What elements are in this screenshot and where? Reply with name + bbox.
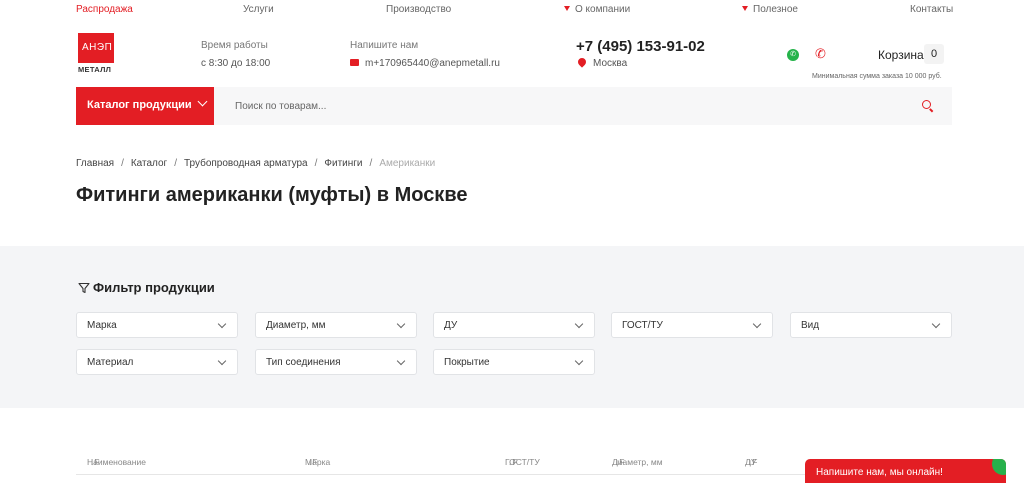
- chevron-down-icon: [931, 319, 941, 329]
- write-us-label: Напишите нам: [350, 40, 419, 51]
- work-hours-label: Время работы: [201, 40, 268, 51]
- chevron-down-icon: [396, 319, 406, 329]
- filter-select-du[interactable]: ДУ: [433, 312, 595, 338]
- search-bar: [214, 87, 952, 125]
- search-input[interactable]: [235, 99, 835, 113]
- topnav-useful-label: Полезное: [753, 4, 798, 15]
- filter-select-material[interactable]: Материал: [76, 349, 238, 375]
- breadcrumb-current: Американки: [379, 158, 436, 169]
- sort-icon: ↓F: [748, 457, 758, 467]
- filter-select-label: Покрытие: [444, 357, 490, 368]
- filter-select-connection[interactable]: Тип соединения: [255, 349, 417, 375]
- filter-select-diameter[interactable]: Диаметр, мм: [255, 312, 417, 338]
- chevron-down-icon: [574, 319, 584, 329]
- filter-select-brand[interactable]: Марка: [76, 312, 238, 338]
- breadcrumb-fittings[interactable]: Фитинги: [324, 158, 362, 169]
- contact-email: Напишите нам m+170965440@anepmetall.ru: [350, 37, 500, 73]
- sort-icon: ↓F: [615, 457, 625, 467]
- filter-select-label: ГОСТ/ТУ: [622, 320, 663, 331]
- filter-select-label: ДУ: [444, 320, 458, 331]
- city-selector[interactable]: Москва: [576, 56, 628, 69]
- chat-button-label: Напишите нам, мы онлайн!: [816, 467, 943, 478]
- search-icon[interactable]: [922, 100, 934, 113]
- min-order-note: Минимальная сумма заказа 10 000 руб.: [812, 73, 942, 80]
- site-logo[interactable]: АНЭП МЕТАЛЛ: [78, 33, 118, 75]
- work-hours-value: с 8:30 до 18:00: [201, 58, 271, 69]
- phone-number[interactable]: +7 (495) 153-91-02: [576, 38, 705, 55]
- sort-icon: ↓F: [90, 457, 100, 467]
- topnav-about-label: О компании: [575, 4, 631, 15]
- location-pin-icon: [576, 56, 588, 68]
- cart-count-badge: 0: [924, 44, 944, 64]
- breadcrumb-catalog[interactable]: Каталог: [131, 158, 167, 169]
- dropdown-triangle-icon: [742, 5, 748, 11]
- catalog-button-label: Каталог продукции: [87, 99, 192, 111]
- topnav-production-link[interactable]: Производство: [386, 4, 451, 15]
- whatsapp-icon[interactable]: ✆: [787, 49, 799, 61]
- filter-title: Фильтр продукции: [78, 280, 215, 295]
- email-text: m+170965440@anepmetall.ru: [365, 58, 500, 69]
- sort-icon: ↓F: [508, 457, 518, 467]
- catalog-menu-button[interactable]: Каталог продукции: [76, 87, 214, 125]
- online-chat-button[interactable]: Напишите нам, мы онлайн!: [805, 459, 1006, 483]
- work-hours: Время работы с 8:30 до 18:00: [201, 37, 270, 73]
- chevron-down-icon: [396, 356, 406, 366]
- page-title: Фитинги американки (муфты) в Москве: [76, 184, 468, 206]
- city-label: Москва: [593, 58, 628, 69]
- topnav-services-link[interactable]: Услуги: [243, 4, 274, 15]
- phone-call-icon[interactable]: ✆: [815, 47, 826, 61]
- topnav-about-link[interactable]: О компании: [564, 4, 630, 15]
- mail-icon: [350, 58, 359, 66]
- chevron-down-icon: [197, 96, 208, 107]
- funnel-icon: [78, 282, 90, 293]
- filter-title-text: Фильтр продукции: [93, 280, 215, 295]
- sort-icon: ↓F: [308, 457, 318, 467]
- dropdown-triangle-icon: [564, 5, 570, 11]
- chevron-down-icon: [217, 319, 227, 329]
- topnav-sale-link[interactable]: Распродажа: [76, 4, 133, 15]
- filter-select-label: Материал: [87, 357, 134, 368]
- chat-status-indicator: [992, 459, 1006, 475]
- breadcrumb-pipe-fittings[interactable]: Трубопроводная арматура: [184, 158, 308, 169]
- logo-subtext: МЕТАЛЛ: [78, 65, 112, 74]
- filter-select-label: Вид: [801, 320, 820, 331]
- filter-select-label: Марка: [87, 320, 117, 331]
- top-nav: Распродажа Услуги Производство О компани…: [0, 0, 1024, 20]
- filter-select-label: Тип соединения: [266, 357, 341, 368]
- topnav-contacts-link[interactable]: Контакты: [910, 4, 953, 15]
- cart-link[interactable]: Корзина: [878, 48, 924, 62]
- filter-select-coating[interactable]: Покрытие: [433, 349, 595, 375]
- breadcrumb-home[interactable]: Главная: [76, 158, 114, 169]
- breadcrumb: Главная / Каталог / Трубопроводная арматура /…: [76, 158, 436, 169]
- logo-mark: АНЭП: [78, 33, 114, 63]
- email-link[interactable]: m+170965440@anepmetall.ru: [350, 55, 500, 73]
- chevron-down-icon: [574, 356, 584, 366]
- logo-mark-text: АНЭП: [82, 42, 113, 53]
- filter-select-gost[interactable]: ГОСТ/ТУ: [611, 312, 773, 338]
- topnav-useful-link[interactable]: Полезное: [742, 4, 798, 15]
- filter-select-label: Диаметр, мм: [266, 320, 326, 331]
- chevron-down-icon: [752, 319, 762, 329]
- chevron-down-icon: [217, 356, 227, 366]
- filter-select-type[interactable]: Вид: [790, 312, 952, 338]
